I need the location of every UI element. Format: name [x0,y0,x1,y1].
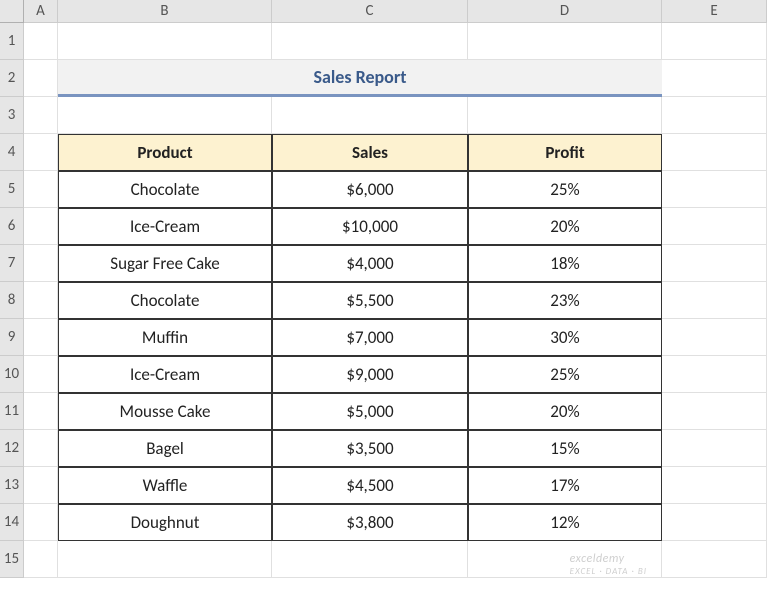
cell-d15[interactable] [468,541,662,578]
cell-b15[interactable] [58,541,272,578]
cell-c15[interactable] [272,541,468,578]
table-cell-profit[interactable]: 15% [468,430,662,467]
table-cell-sales[interactable]: $4,000 [272,245,468,282]
cell-e1[interactable] [662,23,767,60]
cell-e2[interactable] [662,60,767,97]
cell-a7[interactable] [24,245,58,282]
cell-b3[interactable] [58,97,272,134]
table-cell-profit[interactable]: 18% [468,245,662,282]
cell-e11[interactable] [662,393,767,430]
table-header-sales[interactable]: Sales [272,134,468,171]
cell-a6[interactable] [24,208,58,245]
cell-e5[interactable] [662,171,767,208]
table-cell-sales[interactable]: $10,000 [272,208,468,245]
table-cell-profit[interactable]: 12% [468,504,662,541]
cell-a3[interactable] [24,97,58,134]
row-header-8[interactable]: 8 [0,282,24,319]
spreadsheet-grid: A B C D E 1 2 Sales Report 3 4 Product S… [0,0,767,578]
cell-a9[interactable] [24,319,58,356]
table-cell-product[interactable]: Chocolate [58,282,272,319]
col-header-a[interactable]: A [24,0,58,23]
table-cell-sales[interactable]: $5,500 [272,282,468,319]
col-header-c[interactable]: C [272,0,468,23]
cell-e9[interactable] [662,319,767,356]
row-header-2[interactable]: 2 [0,60,24,97]
cell-a12[interactable] [24,430,58,467]
row-header-5[interactable]: 5 [0,171,24,208]
cell-a4[interactable] [24,134,58,171]
col-header-e[interactable]: E [662,0,767,23]
row-header-11[interactable]: 11 [0,393,24,430]
row-header-10[interactable]: 10 [0,356,24,393]
table-cell-profit[interactable]: 20% [468,208,662,245]
row-header-4[interactable]: 4 [0,134,24,171]
cell-e4[interactable] [662,134,767,171]
table-cell-product[interactable]: Muffin [58,319,272,356]
col-header-d[interactable]: D [468,0,662,23]
table-cell-sales[interactable]: $7,000 [272,319,468,356]
table-cell-profit[interactable]: 30% [468,319,662,356]
row-header-6[interactable]: 6 [0,208,24,245]
table-cell-profit[interactable]: 25% [468,171,662,208]
table-cell-product[interactable]: Waffle [58,467,272,504]
table-cell-profit[interactable]: 25% [468,356,662,393]
cell-e3[interactable] [662,97,767,134]
cell-d3[interactable] [468,97,662,134]
row-header-14[interactable]: 14 [0,504,24,541]
table-cell-sales[interactable]: $3,800 [272,504,468,541]
row-header-9[interactable]: 9 [0,319,24,356]
cell-e6[interactable] [662,208,767,245]
table-cell-product[interactable]: Mousse Cake [58,393,272,430]
cell-c1[interactable] [272,23,468,60]
table-cell-sales[interactable]: $9,000 [272,356,468,393]
table-cell-sales[interactable]: $3,500 [272,430,468,467]
cell-a13[interactable] [24,467,58,504]
table-cell-product[interactable]: Ice-Cream [58,208,272,245]
table-cell-product[interactable]: Ice-Cream [58,356,272,393]
cell-a8[interactable] [24,282,58,319]
table-cell-sales[interactable]: $6,000 [272,171,468,208]
row-header-13[interactable]: 13 [0,467,24,504]
table-cell-profit[interactable]: 17% [468,467,662,504]
cell-a2[interactable] [24,60,58,97]
cell-e10[interactable] [662,356,767,393]
row-header-1[interactable]: 1 [0,23,24,60]
cell-d1[interactable] [468,23,662,60]
col-header-b[interactable]: B [58,0,272,23]
cell-e8[interactable] [662,282,767,319]
table-cell-product[interactable]: Sugar Free Cake [58,245,272,282]
row-header-15[interactable]: 15 [0,541,24,578]
cell-a14[interactable] [24,504,58,541]
cell-a1[interactable] [24,23,58,60]
cell-a15[interactable] [24,541,58,578]
table-cell-profit[interactable]: 23% [468,282,662,319]
cell-c3[interactable] [272,97,468,134]
cell-e7[interactable] [662,245,767,282]
cell-e13[interactable] [662,467,767,504]
cell-a5[interactable] [24,171,58,208]
table-cell-sales[interactable]: $4,500 [272,467,468,504]
cell-a11[interactable] [24,393,58,430]
cell-a10[interactable] [24,356,58,393]
row-header-7[interactable]: 7 [0,245,24,282]
table-cell-product[interactable]: Doughnut [58,504,272,541]
cell-e14[interactable] [662,504,767,541]
row-header-3[interactable]: 3 [0,97,24,134]
cell-b1[interactable] [58,23,272,60]
table-cell-sales[interactable]: $5,000 [272,393,468,430]
table-cell-product[interactable]: Bagel [58,430,272,467]
table-header-product[interactable]: Product [58,134,272,171]
cell-e15[interactable] [662,541,767,578]
select-all-corner[interactable] [0,0,24,23]
table-cell-profit[interactable]: 20% [468,393,662,430]
cell-e12[interactable] [662,430,767,467]
table-cell-product[interactable]: Chocolate [58,171,272,208]
table-header-profit[interactable]: Profit [468,134,662,171]
report-title[interactable]: Sales Report [58,60,662,97]
row-header-12[interactable]: 12 [0,430,24,467]
